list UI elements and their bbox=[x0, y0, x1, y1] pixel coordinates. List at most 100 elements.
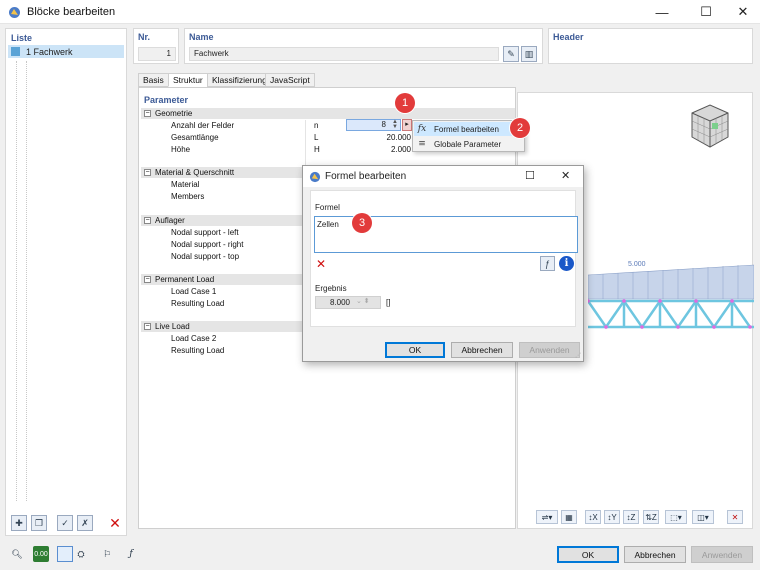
group-name: Live Load bbox=[155, 322, 190, 331]
name-label: Name bbox=[189, 32, 214, 42]
clear-formula-icon[interactable]: ✕ bbox=[316, 257, 326, 271]
group-name: Auflager bbox=[155, 216, 185, 225]
close-button[interactable]: ✕ bbox=[726, 0, 760, 24]
result-label: Ergebnis bbox=[315, 284, 347, 293]
search-icon[interactable]: 🔍︎ bbox=[9, 546, 25, 562]
collapse-toggle-icon[interactable]: − bbox=[144, 110, 151, 117]
list-panel: Liste 1 Fachwerk ✚ ❐ ✓ ✗ ✕ bbox=[5, 28, 127, 536]
check-icon[interactable]: ✓ bbox=[57, 515, 73, 531]
formula-arrow-button[interactable]: ▸ bbox=[402, 119, 412, 131]
result-field: 8.000 bbox=[315, 296, 381, 309]
display-options-icon[interactable]: ⇌▾ bbox=[536, 510, 558, 524]
box-view-icon[interactable]: ◫▾ bbox=[692, 510, 714, 524]
value-format-icon[interactable]: 0.00 bbox=[33, 546, 49, 562]
param-label: Load Case 1 bbox=[171, 287, 217, 296]
formula-label: Formel bbox=[315, 203, 340, 212]
param-label: Nodal support - right bbox=[171, 240, 244, 249]
nr-card: Nr. 1 bbox=[133, 28, 179, 64]
name-field[interactable]: Fachwerk bbox=[189, 47, 499, 61]
dialog-ok-button[interactable]: OK bbox=[385, 342, 445, 358]
nr-field[interactable]: 1 bbox=[138, 47, 176, 61]
apply-button: Anwenden bbox=[691, 546, 753, 563]
window-icon[interactable] bbox=[57, 546, 73, 562]
param-label: Höhe bbox=[171, 145, 191, 154]
param-symbol: L bbox=[314, 133, 319, 142]
edit-icon[interactable]: ⛭ bbox=[73, 546, 89, 562]
menu-item-globale-parameter[interactable]: ≡ Globale Parameter bbox=[414, 137, 524, 151]
ok-button[interactable]: OK bbox=[557, 546, 619, 563]
step-badge: 3 bbox=[352, 213, 372, 233]
group-name: Geometrie bbox=[155, 109, 193, 118]
collapse-toggle-icon[interactable]: − bbox=[144, 169, 151, 176]
result-dropdown-icon: ⌄ ⬍ bbox=[356, 298, 370, 305]
name-card: Name Fachwerk ✎ ▥ bbox=[184, 28, 543, 64]
collapse-toggle-icon[interactable]: − bbox=[144, 323, 151, 330]
view-x-icon[interactable]: ↕X bbox=[585, 510, 601, 524]
dialog-title: Formel bearbeiten bbox=[325, 171, 407, 182]
help-icon[interactable]: ⚐ bbox=[99, 546, 115, 562]
param-label: Material bbox=[171, 180, 200, 189]
group-name: Material & Querschnitt bbox=[155, 168, 235, 177]
tree-guide bbox=[16, 61, 17, 501]
tab-klassifizierung[interactable]: Klassifizierung bbox=[207, 73, 272, 87]
collapse-toggle-icon[interactable]: − bbox=[144, 276, 151, 283]
param-label: Gesamtlänge bbox=[171, 133, 219, 142]
step-badge: 2 bbox=[510, 118, 530, 138]
param-label: Resulting Load bbox=[171, 299, 225, 308]
dialog-cancel-button[interactable]: Abbrechen bbox=[451, 342, 513, 358]
info-icon[interactable]: i bbox=[559, 256, 574, 271]
formula-icon[interactable]: ƒ bbox=[123, 546, 139, 562]
minimize-button[interactable]: — bbox=[645, 0, 679, 24]
cancel-button[interactable]: Abbrechen bbox=[624, 546, 686, 563]
group-geometrie[interactable]: − Geometrie bbox=[141, 108, 515, 119]
param-value[interactable]: 20.000 bbox=[369, 132, 411, 144]
nr-label: Nr. bbox=[138, 32, 151, 42]
list-item[interactable]: 1 Fachwerk bbox=[8, 45, 124, 58]
menu-item-label: Formel bearbeiten bbox=[434, 124, 499, 134]
truss-preview bbox=[588, 264, 754, 330]
param-label: Nodal support - top bbox=[171, 252, 240, 261]
menu-item-label: Globale Parameter bbox=[434, 139, 502, 149]
dialog-close-button[interactable]: ✕ bbox=[561, 169, 570, 182]
spinner-icon[interactable]: ▲ ▼ bbox=[392, 119, 398, 130]
delete-icon[interactable]: ✕ bbox=[107, 515, 123, 531]
header-label: Header bbox=[553, 32, 584, 42]
window-title: Blöcke bearbeiten bbox=[27, 6, 116, 18]
header-card: Header bbox=[548, 28, 753, 64]
maximize-button[interactable]: ☐ bbox=[689, 0, 723, 24]
view-cube-icon[interactable] bbox=[686, 101, 734, 151]
view-z-icon[interactable]: ↕Z bbox=[623, 510, 639, 524]
param-label: Resulting Load bbox=[171, 346, 225, 355]
param-value[interactable]: 2.000 bbox=[369, 144, 411, 156]
resize-grip-icon[interactable]: ⋰ bbox=[575, 352, 581, 359]
copy-block-icon[interactable]: ❐ bbox=[31, 515, 47, 531]
dialog-maximize-button[interactable]: ☐ bbox=[525, 169, 535, 182]
formula-editor-icon[interactable]: ƒ bbox=[540, 256, 555, 271]
collapse-toggle-icon[interactable]: − bbox=[144, 217, 151, 224]
library-icon[interactable]: ▥ bbox=[521, 46, 537, 62]
new-block-icon[interactable]: ✚ bbox=[11, 515, 27, 531]
iso-view-icon[interactable]: ⬚▾ bbox=[665, 510, 687, 524]
parameters-title: Parameter bbox=[144, 95, 189, 105]
view-minus-y-icon[interactable]: ↕Y bbox=[604, 510, 620, 524]
edit-name-icon[interactable]: ✎ bbox=[503, 46, 519, 62]
app-icon bbox=[9, 7, 20, 18]
formula-dialog: Formel bearbeiten ☐ ✕ Formel Zellen ✕ ƒ … bbox=[302, 165, 584, 362]
title-bar: Blöcke bearbeiten — ☐ ✕ bbox=[0, 0, 760, 24]
tab-struktur[interactable]: Struktur bbox=[168, 73, 208, 87]
param-symbol: n bbox=[314, 121, 319, 130]
block-color-icon bbox=[11, 47, 20, 56]
tree-guide bbox=[26, 61, 27, 501]
uncheck-icon[interactable]: ✗ bbox=[77, 515, 93, 531]
app-icon bbox=[309, 171, 321, 183]
reset-view-icon[interactable]: ✕ bbox=[727, 510, 743, 524]
render-icon[interactable]: ▦ bbox=[561, 510, 577, 524]
tab-basis[interactable]: Basis bbox=[138, 73, 169, 87]
dialog-body: Formel Zellen ✕ ƒ i Ergebnis 8.000 ⌄ ⬍ [… bbox=[310, 190, 578, 327]
step-badge: 1 bbox=[395, 93, 415, 113]
menu-item-formel-bearbeiten[interactable]: fx Formel bearbeiten bbox=[414, 122, 524, 136]
context-menu: fx Formel bearbeiten ≡ Globale Parameter bbox=[412, 120, 525, 152]
view-minus-z-icon[interactable]: ⇅Z bbox=[643, 510, 659, 524]
tab-javascript[interactable]: JavaScript bbox=[265, 73, 315, 87]
fx-icon: fx bbox=[417, 124, 427, 134]
